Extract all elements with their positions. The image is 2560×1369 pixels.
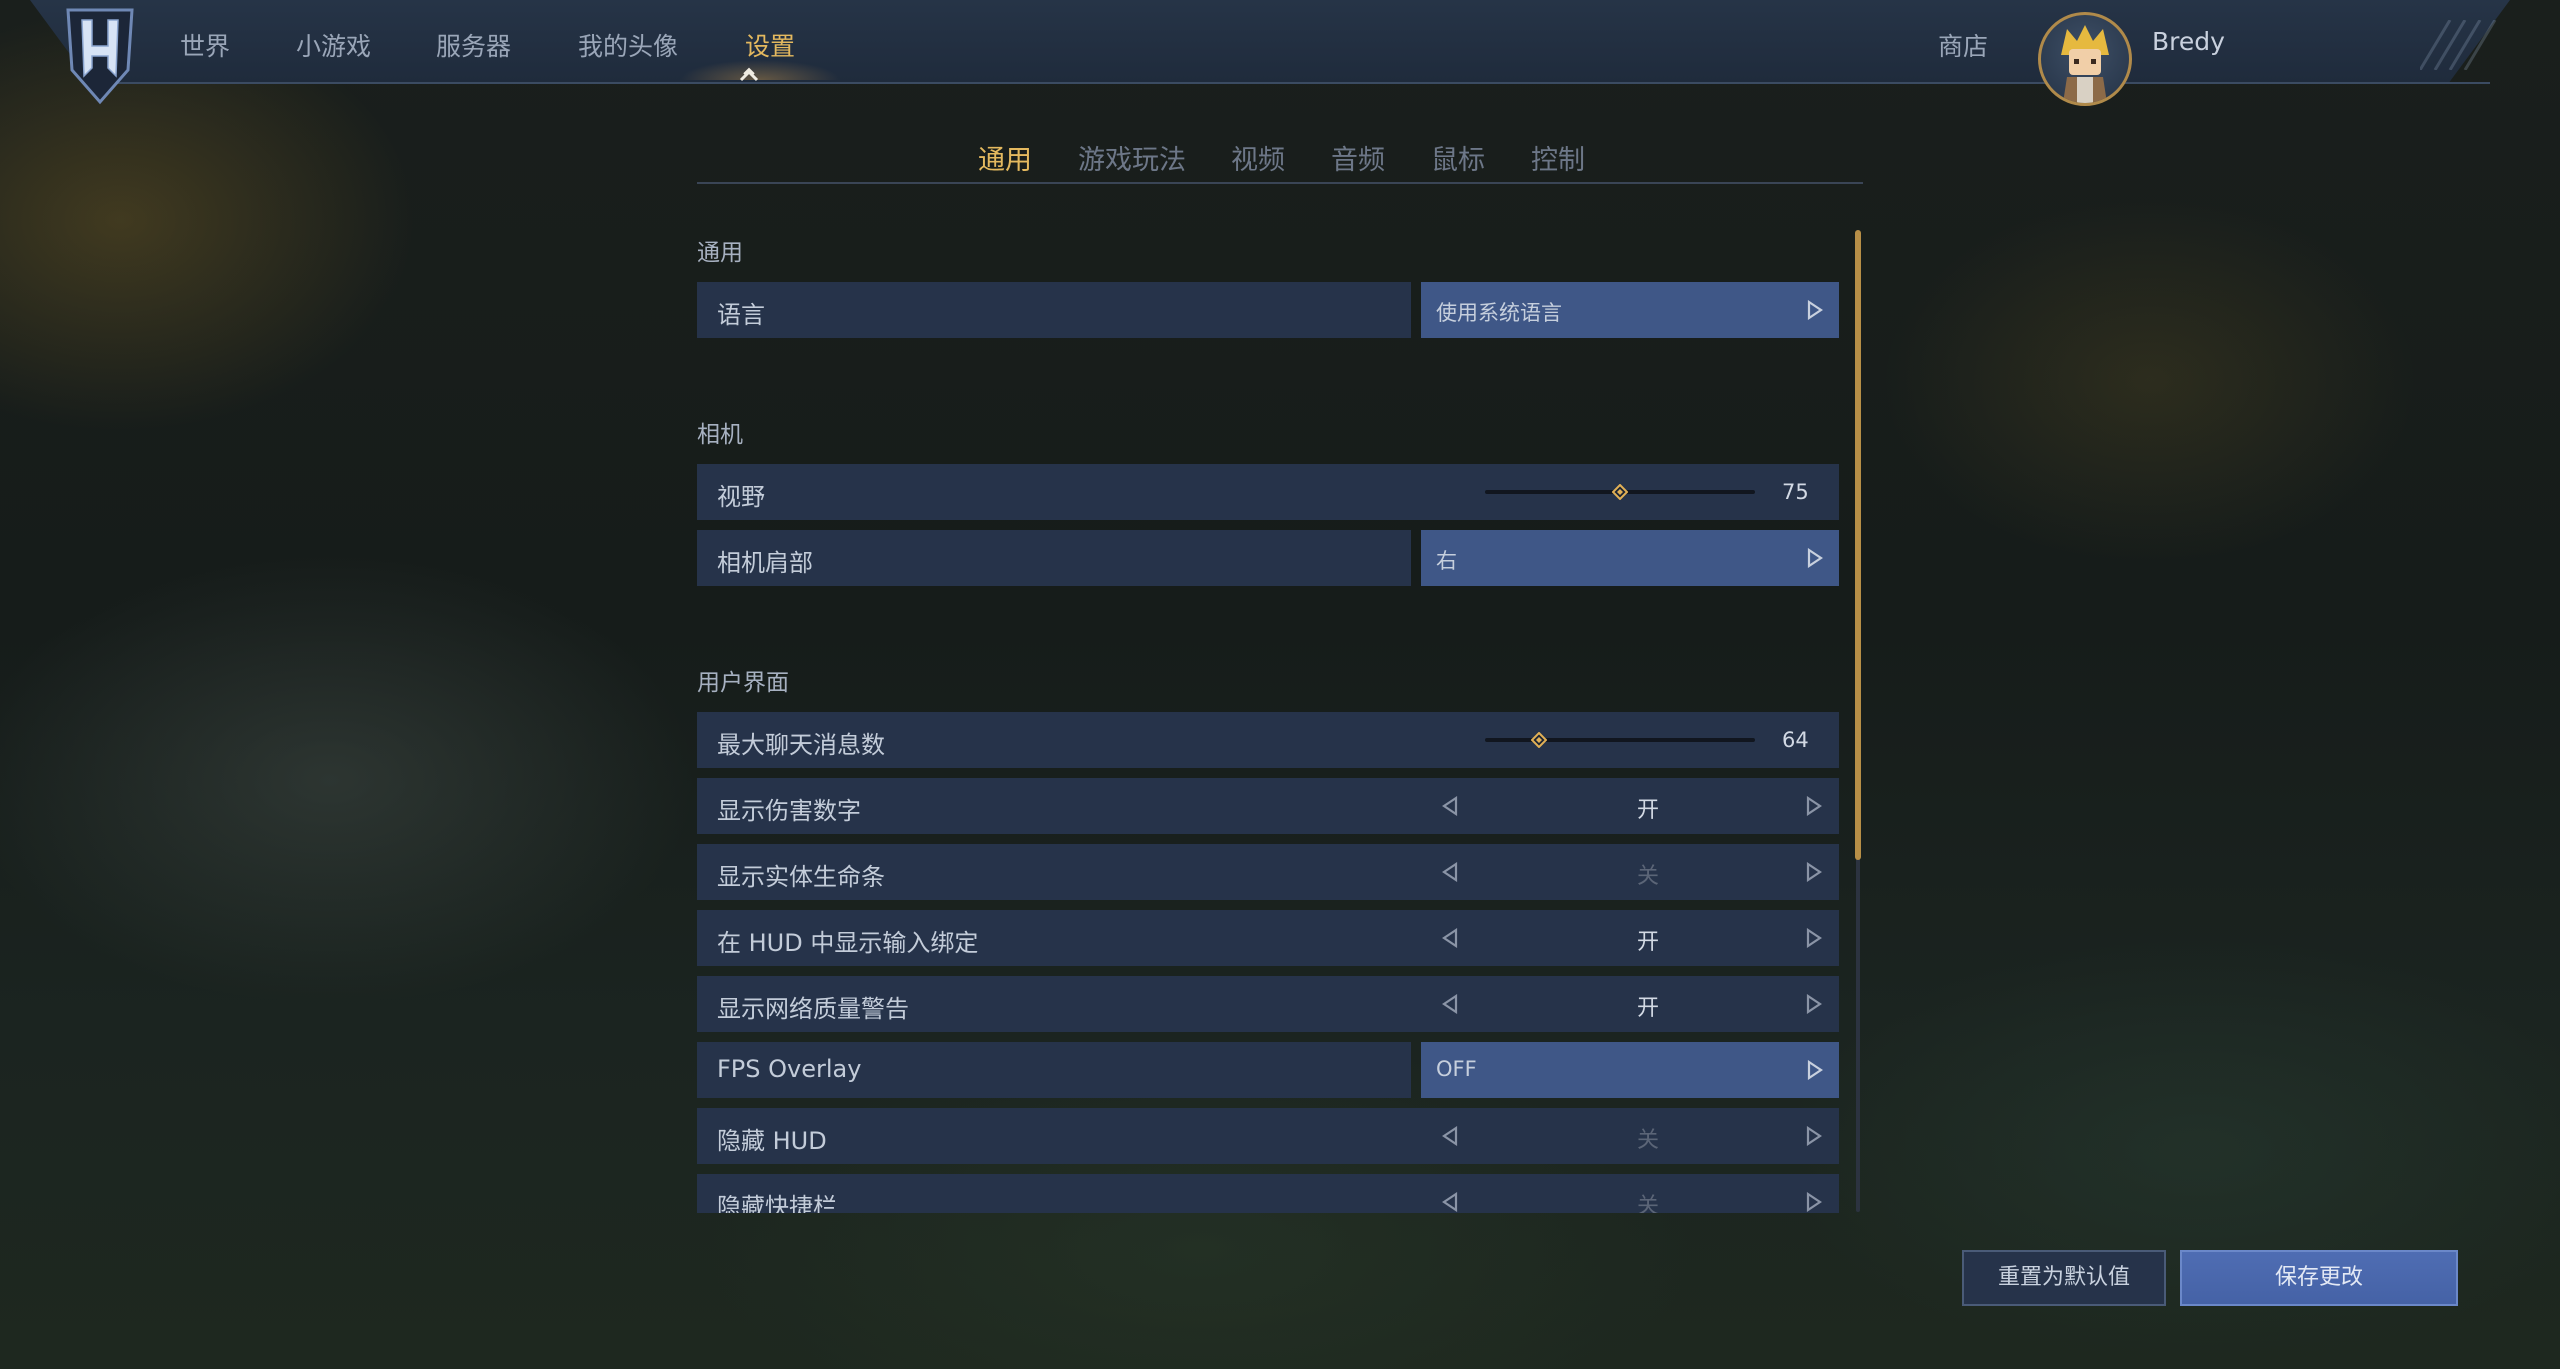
setting-input-bindings[interactable]: 在 HUD 中显示输入绑定 开 <box>697 910 1839 966</box>
decorative-pattern-icon <box>2420 20 2497 70</box>
setting-label: 相机肩部 <box>717 549 813 577</box>
arrow-right-icon[interactable] <box>1806 796 1822 816</box>
arrow-left-icon[interactable] <box>1442 796 1458 816</box>
chevron-up-icon <box>739 67 759 82</box>
arrow-right-icon[interactable] <box>1806 928 1822 948</box>
avatar-character-icon <box>2061 25 2109 103</box>
setting-label: 显示网络质量警告 <box>717 995 909 1023</box>
setting-label: 视野 <box>717 483 765 511</box>
setting-label: 显示实体生命条 <box>717 863 885 891</box>
tab-video[interactable]: 视频 <box>1231 138 1285 177</box>
arrow-right-icon[interactable] <box>1806 862 1822 882</box>
setting-fps-overlay[interactable]: FPS Overlay OFF <box>697 1042 1839 1098</box>
setting-label: 显示伤害数字 <box>717 797 861 825</box>
setting-max-chat[interactable]: 最大聊天消息数 64 <box>697 712 1839 768</box>
arrow-right-icon[interactable] <box>1806 994 1822 1014</box>
nav-world[interactable]: 世界 <box>180 27 230 63</box>
setting-fov[interactable]: 视野 75 <box>697 464 1839 520</box>
cycle-value: 关 <box>1636 1128 1659 1153</box>
username[interactable]: Bredy <box>2152 27 2225 56</box>
dropdown-value: 右 <box>1436 549 1457 573</box>
dropdown-value: OFF <box>1436 1057 1477 1081</box>
setting-label: 语言 <box>717 301 765 329</box>
section-title-camera: 相机 <box>697 422 743 448</box>
settings-list[interactable]: 通用 语言 使用系统语言 相机 视野 75 相机肩部 右 用户界面 最大聊天消息… <box>690 190 1860 1213</box>
play-arrow-icon <box>1807 1060 1823 1080</box>
nav-settings[interactable]: 设置 <box>745 27 795 63</box>
arrow-left-icon[interactable] <box>1442 928 1458 948</box>
reset-defaults-button[interactable]: 重置为默认值 <box>1962 1250 2166 1306</box>
cycle-value: 开 <box>1636 798 1659 823</box>
setting-label: FPS Overlay <box>717 1055 862 1083</box>
cycle-value: 关 <box>1636 1194 1659 1213</box>
arrow-right-icon[interactable] <box>1806 1126 1822 1146</box>
setting-hide-hotbar[interactable]: 隐藏快捷栏 关 <box>697 1174 1839 1213</box>
max-chat-slider-track[interactable] <box>1485 738 1755 742</box>
fov-slider-handle[interactable] <box>1612 484 1628 500</box>
tab-general[interactable]: 通用 <box>978 138 1032 177</box>
section-title-general: 通用 <box>697 240 743 266</box>
setting-camera-shoulder[interactable]: 相机肩部 右 <box>697 530 1839 586</box>
tab-mouse[interactable]: 鼠标 <box>1431 138 1485 177</box>
max-chat-value: 64 <box>1782 728 1809 752</box>
cycle-value: 开 <box>1636 930 1659 955</box>
arrow-right-icon[interactable] <box>1806 1192 1822 1212</box>
play-arrow-icon <box>1807 300 1823 320</box>
tab-divider <box>697 182 1863 184</box>
top-bar-divider <box>90 82 2490 84</box>
setting-label: 隐藏快捷栏 <box>717 1193 837 1213</box>
setting-label: 隐藏 HUD <box>717 1127 827 1155</box>
setting-label: 最大聊天消息数 <box>717 731 885 759</box>
setting-label: 在 HUD 中显示输入绑定 <box>717 929 979 957</box>
save-changes-button[interactable]: 保存更改 <box>2180 1250 2458 1306</box>
section-title-ui: 用户界面 <box>697 670 789 696</box>
setting-language[interactable]: 语言 使用系统语言 <box>697 282 1839 338</box>
top-bar-background <box>30 0 2510 84</box>
game-logo-icon[interactable] <box>62 6 138 106</box>
setting-hide-hud[interactable]: 隐藏 HUD 关 <box>697 1108 1839 1164</box>
max-chat-slider-handle[interactable] <box>1531 732 1547 748</box>
nav-servers[interactable]: 服务器 <box>436 27 511 63</box>
tab-audio[interactable]: 音频 <box>1331 138 1385 177</box>
setting-network-warning[interactable]: 显示网络质量警告 开 <box>697 976 1839 1032</box>
setting-damage-numbers[interactable]: 显示伤害数字 开 <box>697 778 1839 834</box>
tab-gameplay[interactable]: 游戏玩法 <box>1078 138 1186 177</box>
nav-minigames[interactable]: 小游戏 <box>296 27 371 63</box>
language-dropdown[interactable]: 使用系统语言 <box>1421 282 1839 338</box>
fps-overlay-dropdown[interactable]: OFF <box>1421 1042 1839 1098</box>
arrow-left-icon[interactable] <box>1442 994 1458 1014</box>
play-arrow-icon <box>1807 548 1823 568</box>
arrow-left-icon[interactable] <box>1442 862 1458 882</box>
arrow-left-icon[interactable] <box>1442 1126 1458 1146</box>
cycle-value: 开 <box>1636 996 1659 1021</box>
cycle-value: 关 <box>1636 864 1659 889</box>
dropdown-value: 使用系统语言 <box>1436 301 1562 325</box>
scrollbar-thumb[interactable] <box>1855 230 1861 860</box>
fov-value: 75 <box>1782 480 1809 504</box>
top-bar: 世界 小游戏 服务器 我的头像 设置 商店 Bredy <box>0 0 2560 106</box>
arrow-left-icon[interactable] <box>1442 1192 1458 1212</box>
tab-controls[interactable]: 控制 <box>1531 138 1585 177</box>
nav-shop[interactable]: 商店 <box>1938 27 1988 63</box>
camera-shoulder-dropdown[interactable]: 右 <box>1421 530 1839 586</box>
avatar[interactable] <box>2038 12 2132 106</box>
setting-health-bars[interactable]: 显示实体生命条 关 <box>697 844 1839 900</box>
